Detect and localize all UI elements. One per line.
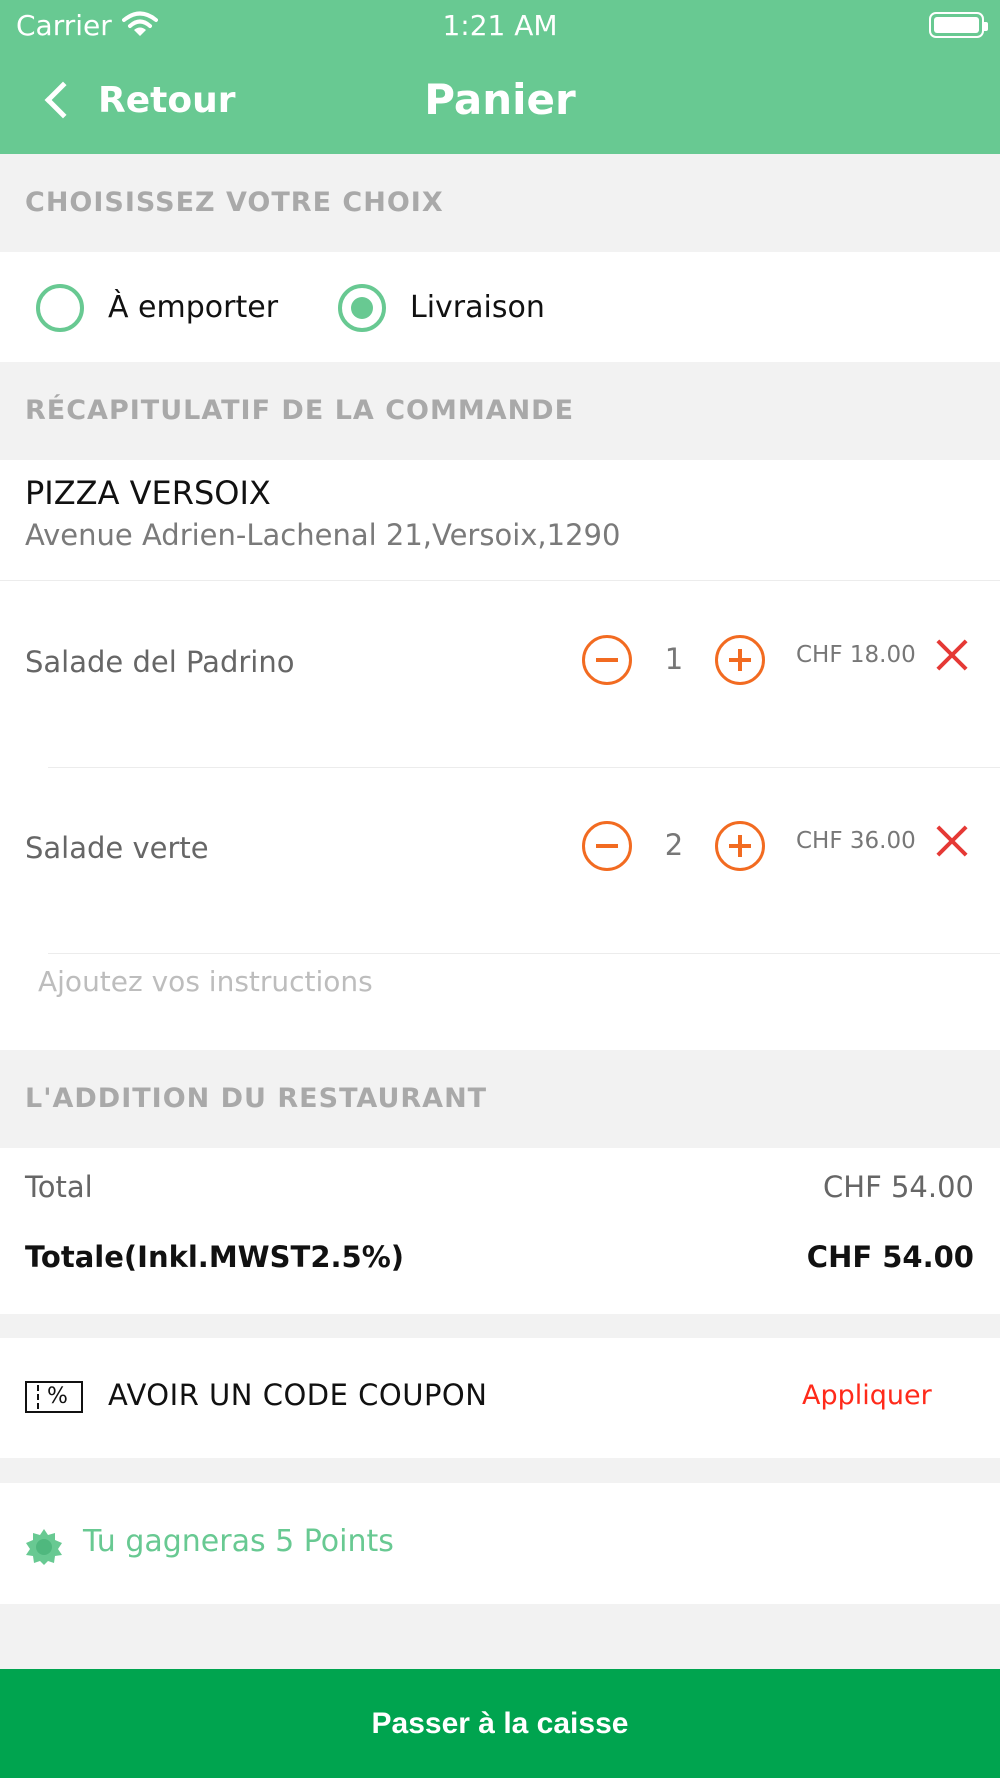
cart-item-price: CHF 18.00	[796, 642, 916, 668]
total-value: CHF 54.00	[823, 1170, 974, 1204]
checkout-label: Passer à la caisse	[371, 1707, 629, 1740]
divider	[48, 767, 1000, 768]
choice-options: À emporter Livraison	[0, 252, 1000, 362]
coupon-label: AVOIR UN CODE COUPON	[108, 1378, 488, 1412]
summary-section-header: RÉCAPITULATIF DE LA COMMANDE	[0, 362, 1000, 460]
increase-quantity-button[interactable]	[715, 635, 765, 685]
cart-item-quantity: 2	[664, 828, 684, 862]
option-delivery[interactable]: Livraison	[338, 282, 578, 334]
bill-header-text: L'ADDITION DU RESTAURANT	[25, 1083, 488, 1114]
instructions-input[interactable]: Ajoutez vos instructions	[38, 965, 373, 998]
cart-item-name: Salade del Padrino	[25, 645, 295, 679]
bill-section-header: L'ADDITION DU RESTAURANT	[0, 1050, 1000, 1148]
points-label: Tu gagneras 5 Points	[83, 1524, 394, 1559]
minus-icon	[596, 844, 618, 848]
total-label: Total	[25, 1170, 93, 1204]
summary-header-text: RÉCAPITULATIF DE LA COMMANDE	[25, 395, 575, 426]
option-delivery-label: Livraison	[410, 290, 545, 325]
radio-delivery[interactable]	[338, 284, 386, 332]
radio-selected-dot	[351, 297, 373, 319]
battery-icon	[929, 12, 988, 38]
badge-icon	[26, 1529, 62, 1565]
cart-item-quantity: 1	[664, 642, 684, 676]
cart-item-name: Salade verte	[25, 831, 209, 865]
status-time: 1:21 AM	[442, 9, 558, 42]
checkout-button[interactable]: Passer à la caisse	[0, 1669, 1000, 1778]
option-takeaway[interactable]: À emporter	[36, 282, 296, 334]
minus-icon	[596, 658, 618, 662]
grand-total-value: CHF 54.00	[806, 1240, 974, 1274]
page-title: Panier	[424, 75, 576, 124]
coupon-icon: %	[25, 1381, 83, 1413]
radio-takeaway[interactable]	[36, 284, 84, 332]
cart-item-price: CHF 36.00	[796, 828, 916, 854]
choice-section-header: CHOISISSEZ VOTRE CHOIX	[0, 154, 1000, 252]
decrease-quantity-button[interactable]	[582, 635, 632, 685]
nav-bar: Carrier 1:21 AM Retour Panier	[0, 0, 1000, 154]
choice-header-text: CHOISISSEZ VOTRE CHOIX	[25, 187, 444, 218]
coupon-icon-percent: %	[47, 1384, 68, 1409]
restaurant-name: PIZZA VERSOIX	[25, 474, 271, 512]
divider	[48, 953, 1000, 954]
remove-item-icon[interactable]	[934, 823, 970, 859]
apply-coupon-button[interactable]: Appliquer	[802, 1380, 932, 1411]
divider	[0, 580, 1000, 581]
increase-quantity-button[interactable]	[715, 821, 765, 871]
grand-total-label: Totale(Inkl.MWST2.5%)	[25, 1240, 405, 1274]
remove-item-icon[interactable]	[934, 637, 970, 673]
restaurant-address: Avenue Adrien-Lachenal 21,Versoix,1290	[25, 518, 621, 552]
decrease-quantity-button[interactable]	[582, 821, 632, 871]
option-takeaway-label: À emporter	[108, 290, 279, 325]
